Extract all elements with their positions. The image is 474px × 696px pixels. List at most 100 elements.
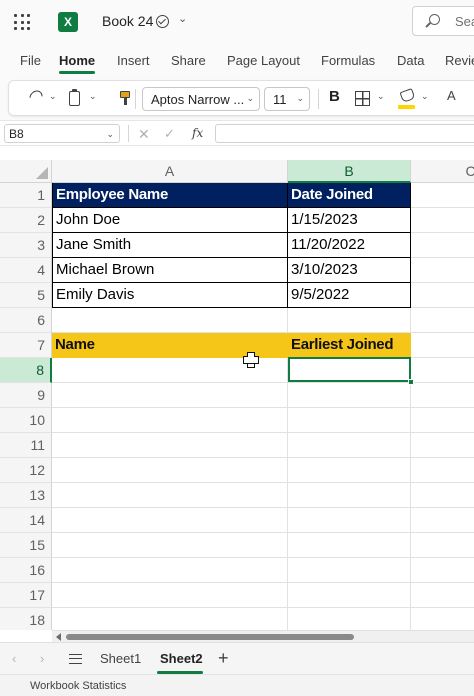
- scroll-left-icon[interactable]: [56, 633, 61, 641]
- font-color-button[interactable]: A: [447, 88, 456, 103]
- row-header-14[interactable]: 14: [0, 508, 52, 533]
- all-sheets-menu-icon[interactable]: [69, 654, 82, 664]
- column-header-b[interactable]: B: [288, 160, 411, 183]
- row-header-12[interactable]: 12: [0, 458, 52, 483]
- grid-cell[interactable]: [52, 308, 288, 333]
- font-name-select[interactable]: Aptos Narrow ... ⌄: [142, 87, 260, 111]
- grid-cell[interactable]: [52, 458, 288, 483]
- grid-cell[interactable]: [52, 433, 288, 458]
- row-header-1[interactable]: 1: [0, 183, 52, 208]
- grid-cell[interactable]: [288, 533, 411, 558]
- spreadsheet-grid[interactable]: A B C 1 2 3 4 5 6 7 8 9 10 11 12 13 14 15 16 17 18 Employ…: [0, 146, 474, 630]
- format-painter-icon[interactable]: [120, 91, 130, 105]
- table-cell[interactable]: 1/15/2023: [288, 208, 411, 233]
- sheet-tab-sheet2[interactable]: Sheet2: [160, 651, 203, 666]
- table-cell[interactable]: 11/20/2022: [288, 233, 411, 258]
- grid-cell[interactable]: [288, 483, 411, 508]
- fill-handle[interactable]: [408, 379, 414, 385]
- row-header-9[interactable]: 9: [0, 383, 52, 408]
- grid-cell[interactable]: [288, 508, 411, 533]
- font-size-select[interactable]: 11 ⌄: [264, 87, 310, 111]
- saved-status-icon[interactable]: [156, 15, 169, 28]
- table-cell[interactable]: 3/10/2023: [288, 258, 411, 283]
- tab-home[interactable]: Home: [59, 53, 95, 68]
- grid-cell[interactable]: [52, 558, 288, 583]
- tab-insert[interactable]: Insert: [117, 53, 150, 68]
- cancel-icon[interactable]: ✕: [138, 126, 150, 143]
- grid-cell[interactable]: [52, 508, 288, 533]
- borders-chevron-icon[interactable]: ⌄: [377, 91, 385, 102]
- table-cell[interactable]: Michael Brown: [52, 258, 288, 283]
- active-cell-b8[interactable]: [288, 357, 411, 382]
- grid-cell[interactable]: [411, 558, 474, 583]
- sheet-tab-sheet1[interactable]: Sheet1: [100, 651, 141, 666]
- row-header-17[interactable]: 17: [0, 583, 52, 608]
- row-header-3[interactable]: 3: [0, 233, 52, 258]
- previous-sheet-icon[interactable]: ‹: [12, 651, 16, 666]
- row-header-6[interactable]: 6: [0, 308, 52, 333]
- grid-cell[interactable]: [52, 383, 288, 408]
- grid-cell[interactable]: [411, 433, 474, 458]
- paste-icon[interactable]: [69, 89, 80, 106]
- search-input[interactable]: Sea: [412, 6, 474, 36]
- column-header-a[interactable]: A: [52, 160, 288, 183]
- grid-cell[interactable]: [288, 583, 411, 608]
- grid-cell[interactable]: [411, 583, 474, 608]
- borders-icon[interactable]: [355, 91, 370, 106]
- grid-cell[interactable]: [52, 408, 288, 433]
- grid-cell[interactable]: [411, 383, 474, 408]
- document-title[interactable]: Book 24: [102, 13, 153, 29]
- grid-cell[interactable]: [288, 308, 411, 333]
- grid-cell[interactable]: [411, 333, 474, 358]
- row-header-16[interactable]: 16: [0, 558, 52, 583]
- grid-cell[interactable]: [411, 508, 474, 533]
- paste-chevron-icon[interactable]: ⌄: [89, 91, 97, 102]
- grid-cell[interactable]: [411, 458, 474, 483]
- grid-cell[interactable]: [288, 558, 411, 583]
- grid-cell[interactable]: [52, 583, 288, 608]
- grid-cell[interactable]: [411, 533, 474, 558]
- undo-icon[interactable]: [26, 87, 46, 107]
- tab-file[interactable]: File: [20, 53, 41, 68]
- column-header-c[interactable]: C: [411, 160, 474, 183]
- grid-cell[interactable]: [52, 608, 288, 630]
- tab-formulas[interactable]: Formulas: [321, 53, 375, 68]
- fill-chevron-icon[interactable]: ⌄: [421, 91, 429, 102]
- grid-cell[interactable]: [411, 408, 474, 433]
- row-header-8[interactable]: 8: [0, 358, 52, 383]
- table-cell[interactable]: Jane Smith: [52, 233, 288, 258]
- grid-cell[interactable]: [411, 208, 474, 233]
- grid-cell[interactable]: [411, 183, 474, 208]
- grid-cell[interactable]: [411, 608, 474, 630]
- grid-cell[interactable]: [288, 383, 411, 408]
- grid-cell[interactable]: [411, 358, 474, 383]
- row-header-11[interactable]: 11: [0, 433, 52, 458]
- grid-cell[interactable]: [411, 483, 474, 508]
- add-sheet-button[interactable]: +: [218, 648, 229, 669]
- horizontal-scrollbar[interactable]: [52, 630, 474, 642]
- grid-cell[interactable]: [288, 458, 411, 483]
- grid-cell[interactable]: [52, 483, 288, 508]
- select-all-button[interactable]: [0, 160, 52, 183]
- tab-share[interactable]: Share: [171, 53, 206, 68]
- grid-cell[interactable]: [288, 608, 411, 630]
- grid-cell[interactable]: [52, 533, 288, 558]
- lookup-header-cell[interactable]: Earliest Joined: [288, 333, 411, 358]
- table-header-cell[interactable]: Employee Name: [52, 183, 288, 208]
- table-cell[interactable]: Emily Davis: [52, 283, 288, 308]
- table-cell[interactable]: John Doe: [52, 208, 288, 233]
- formula-input[interactable]: [215, 124, 474, 143]
- grid-cell[interactable]: [411, 233, 474, 258]
- grid-cell[interactable]: [411, 258, 474, 283]
- grid-cell[interactable]: [288, 408, 411, 433]
- row-header-7[interactable]: 7: [0, 333, 52, 358]
- row-header-18[interactable]: 18: [0, 608, 52, 630]
- workbook-statistics[interactable]: Workbook Statistics: [30, 680, 126, 692]
- row-header-5[interactable]: 5: [0, 283, 52, 308]
- tab-review[interactable]: Revie: [445, 53, 474, 68]
- row-header-15[interactable]: 15: [0, 533, 52, 558]
- enter-icon[interactable]: ✓: [164, 126, 175, 142]
- chevron-down-icon[interactable]: ⌄: [178, 12, 187, 25]
- app-launcher-icon[interactable]: [14, 14, 30, 30]
- table-header-cell[interactable]: Date Joined: [288, 183, 411, 208]
